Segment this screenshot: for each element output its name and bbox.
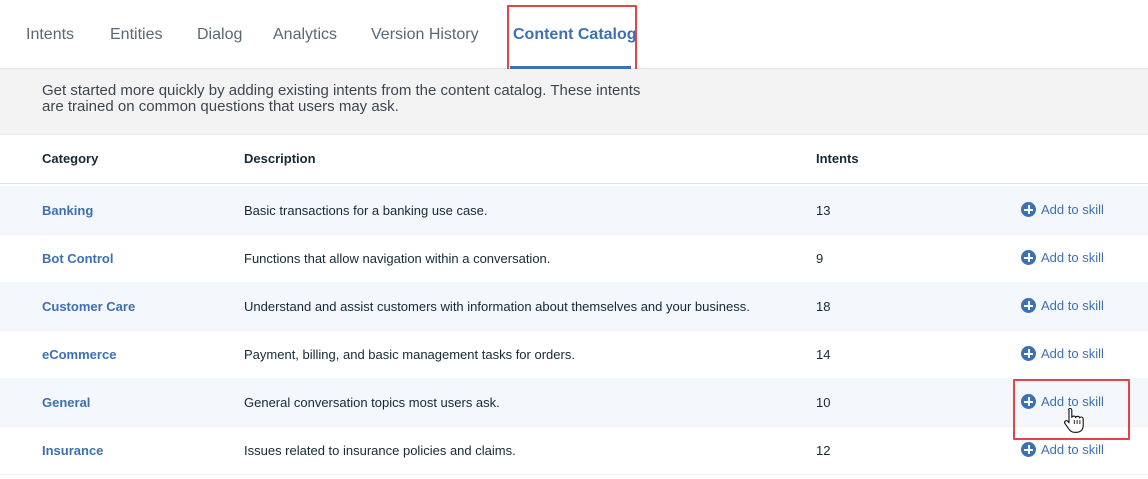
- category-link[interactable]: Banking: [42, 203, 93, 218]
- add-to-skill-label: Add to skill: [1041, 250, 1104, 265]
- tab-analytics[interactable]: Analytics: [273, 26, 337, 44]
- category-description: Payment, billing, and basic management t…: [244, 347, 575, 362]
- table-row: eCommerce Payment, billing, and basic ma…: [0, 330, 1148, 379]
- table-row: Insurance Issues related to insurance po…: [0, 426, 1148, 475]
- category-link[interactable]: General: [42, 395, 90, 410]
- intent-count: 9: [816, 251, 824, 266]
- tab-dialog[interactable]: Dialog: [197, 26, 242, 44]
- add-to-skill-label: Add to skill: [1041, 346, 1104, 361]
- intro-banner: Get started more quickly by adding exist…: [0, 69, 1148, 135]
- table-row: Bot Control Functions that allow navigat…: [0, 234, 1148, 283]
- category-description: Functions that allow navigation within a…: [244, 251, 551, 266]
- intent-count: 12: [816, 443, 831, 458]
- banner-text: Get started more quickly by adding exist…: [42, 83, 722, 115]
- category-description: General conversation topics most users a…: [244, 395, 500, 410]
- category-description: Basic transactions for a banking use cas…: [244, 203, 488, 218]
- intent-count: 10: [816, 395, 831, 410]
- table-row: Banking Basic transactions for a banking…: [0, 186, 1148, 235]
- table-header: Category Description Intents: [0, 135, 1148, 184]
- plus-circle-icon: [1021, 202, 1036, 217]
- add-to-skill-button[interactable]: Add to skill: [1021, 394, 1104, 409]
- intent-count: 14: [816, 347, 831, 362]
- tab-entities[interactable]: Entities: [110, 26, 162, 44]
- tab-bar: Intents Entities Dialog Analytics Versio…: [0, 0, 1148, 69]
- hand-cursor-icon: [1064, 407, 1084, 433]
- add-to-skill-button[interactable]: Add to skill: [1021, 346, 1104, 361]
- category-link[interactable]: Insurance: [42, 443, 103, 458]
- tab-content-catalog[interactable]: Content Catalog: [513, 26, 637, 44]
- add-to-skill-button[interactable]: Add to skill: [1021, 250, 1104, 265]
- banner-line-1: Get started more quickly by adding exist…: [42, 82, 641, 99]
- category-link[interactable]: Customer Care: [42, 299, 135, 314]
- tab-version-history[interactable]: Version History: [371, 26, 479, 44]
- category-description: Understand and assist customers with inf…: [244, 299, 750, 314]
- add-to-skill-label: Add to skill: [1041, 442, 1104, 457]
- category-link[interactable]: eCommerce: [42, 347, 116, 362]
- header-category[interactable]: Category: [42, 151, 98, 166]
- category-link[interactable]: Bot Control: [42, 251, 113, 266]
- plus-circle-icon: [1021, 298, 1036, 313]
- add-to-skill-label: Add to skill: [1041, 202, 1104, 217]
- add-to-skill-label: Add to skill: [1041, 298, 1104, 313]
- header-description[interactable]: Description: [244, 151, 316, 166]
- table-row: General General conversation topics most…: [0, 378, 1148, 427]
- banner-line-2: are trained on common questions that use…: [42, 98, 399, 115]
- add-to-skill-button[interactable]: Add to skill: [1021, 442, 1104, 457]
- intent-count: 18: [816, 299, 831, 314]
- category-description: Issues related to insurance policies and…: [244, 443, 516, 458]
- intent-count: 13: [816, 203, 831, 218]
- add-to-skill-button[interactable]: Add to skill: [1021, 202, 1104, 217]
- plus-circle-icon: [1021, 250, 1036, 265]
- table-row: Customer Care Understand and assist cust…: [0, 282, 1148, 331]
- header-intents[interactable]: Intents: [816, 151, 859, 166]
- plus-circle-icon: [1021, 394, 1036, 409]
- add-to-skill-button[interactable]: Add to skill: [1021, 298, 1104, 313]
- plus-circle-icon: [1021, 442, 1036, 457]
- tab-intents[interactable]: Intents: [26, 26, 74, 44]
- plus-circle-icon: [1021, 346, 1036, 361]
